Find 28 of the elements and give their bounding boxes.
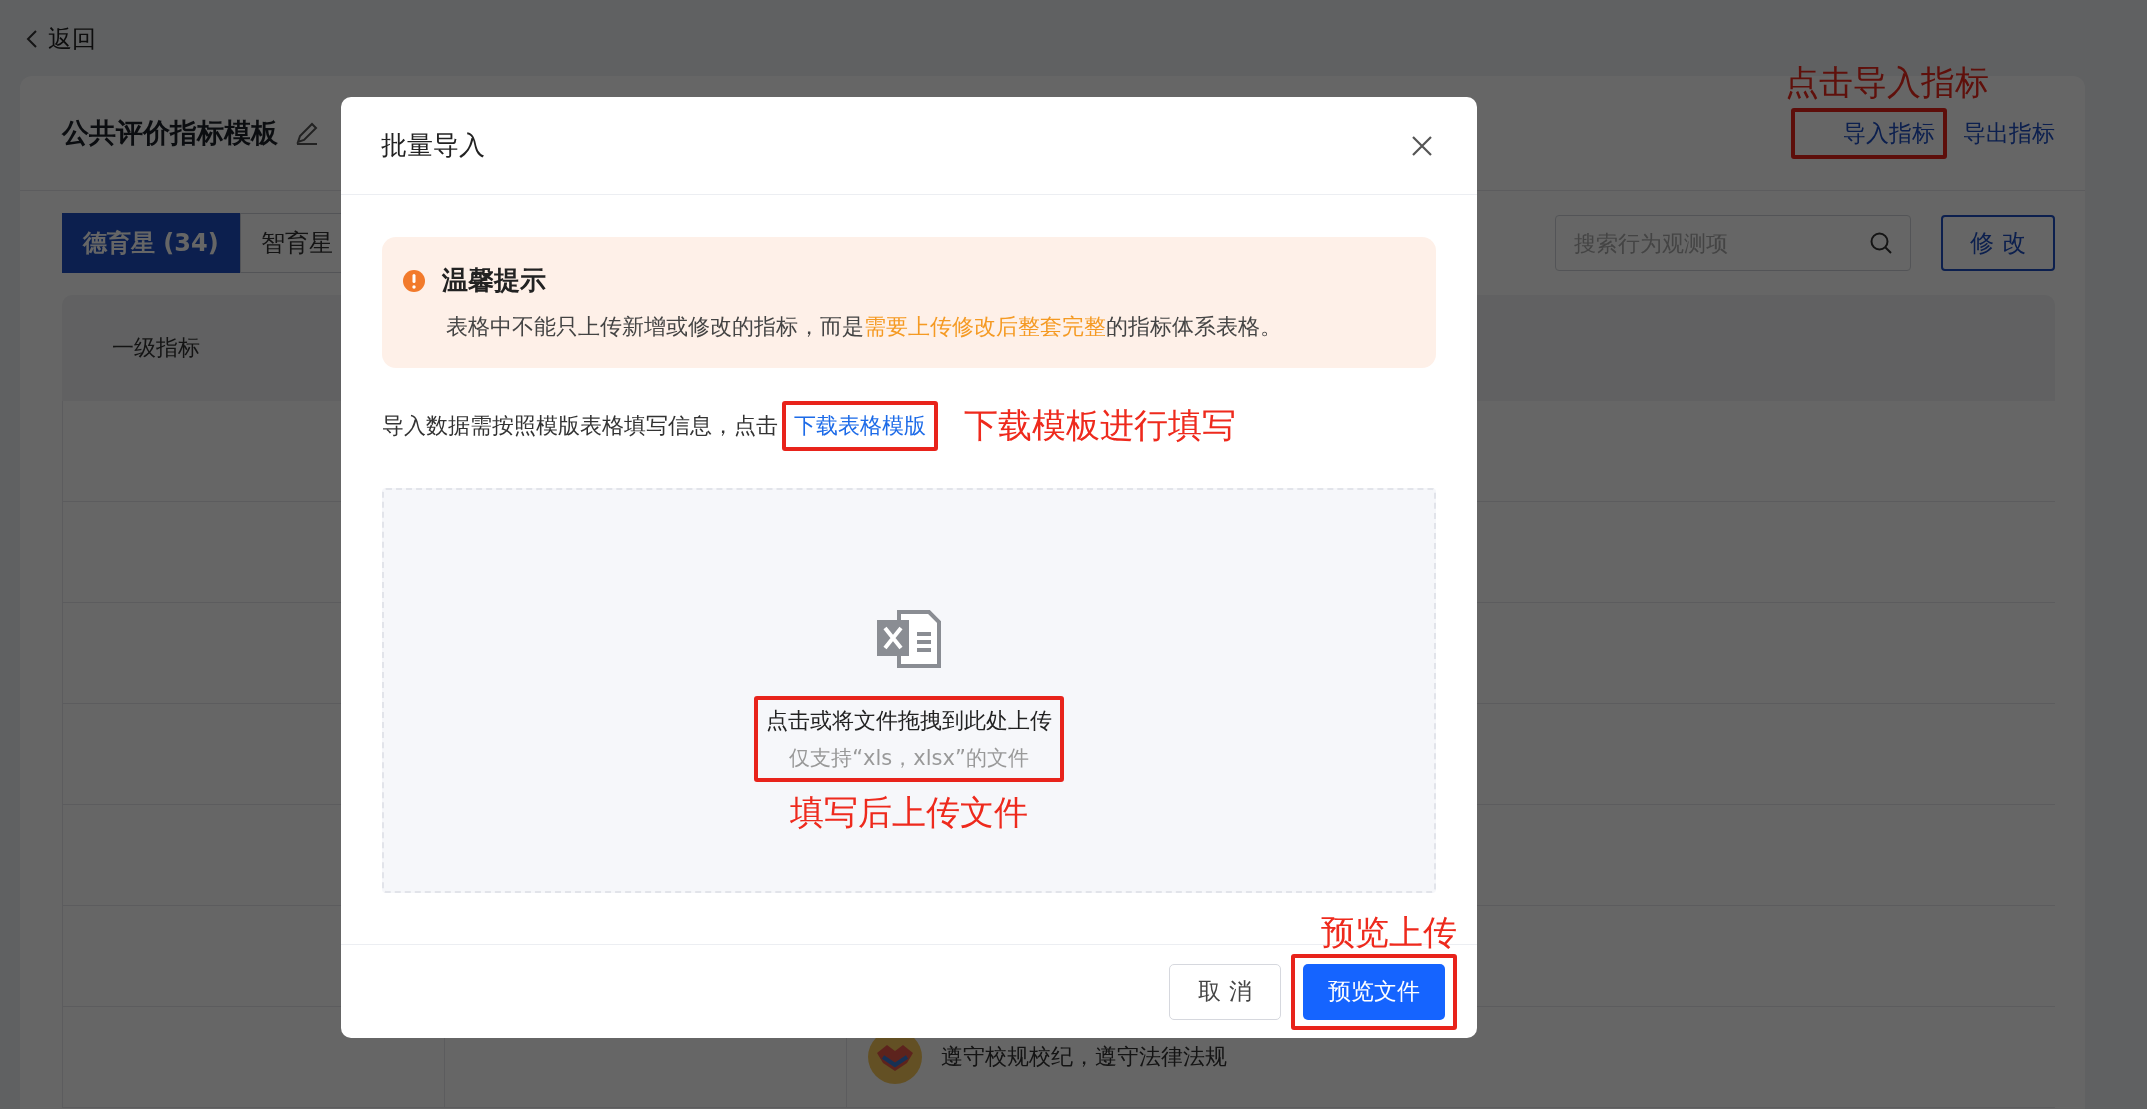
annotation-text: 填写后上传文件: [790, 791, 1028, 834]
column-header: 一级指标: [112, 334, 200, 362]
cancel-button[interactable]: 取 消: [1169, 963, 1281, 1020]
notice-text: 表格中不能只上传新增或修改的指标，而是需要上传修改后整套完整的指标体系表格。: [446, 313, 1283, 341]
tab[interactable]: 德育星 (34): [62, 213, 240, 273]
instruction-text: 导入数据需按照模版表格填写信息，点击: [382, 412, 778, 440]
annotation-text: 下载模板进行填写: [964, 404, 1236, 447]
chevron-left-icon: [26, 29, 38, 49]
search-icon[interactable]: [1869, 231, 1893, 255]
download-template-link[interactable]: 下载表格模版: [794, 411, 926, 441]
spreadsheet-file-icon: [877, 610, 941, 668]
upload-dropzone[interactable]: 点击或将文件拖拽到此处上传 仅支持“xls，xlsx”的文件 填写后上传文件: [382, 488, 1436, 893]
dialog-title: 批量导入: [381, 129, 485, 162]
annotation-text: 点击导入指标: [1785, 60, 1989, 104]
close-icon: [1411, 134, 1433, 157]
warning-icon: [402, 268, 426, 293]
annotation-text: 预览上传: [1321, 910, 1457, 954]
header-link[interactable]: 导出指标: [1963, 117, 2055, 149]
upload-prompt: 点击或将文件拖拽到此处上传: [766, 707, 1052, 735]
table-cell-text: 遵守校规校纪，遵守法律法规: [941, 1043, 1227, 1071]
pencil-icon[interactable]: [294, 120, 320, 146]
header-link[interactable]: 导入指标: [1843, 117, 1935, 149]
back-link[interactable]: 返回: [20, 20, 96, 58]
page-title: 公共评价指标模板: [62, 116, 278, 150]
upload-hint: 仅支持“xls，xlsx”的文件: [789, 745, 1029, 772]
preview-button[interactable]: 预览文件: [1303, 963, 1445, 1020]
notice-title: 温馨提示: [442, 264, 546, 297]
edit-button[interactable]: 修 改: [1941, 215, 2055, 271]
